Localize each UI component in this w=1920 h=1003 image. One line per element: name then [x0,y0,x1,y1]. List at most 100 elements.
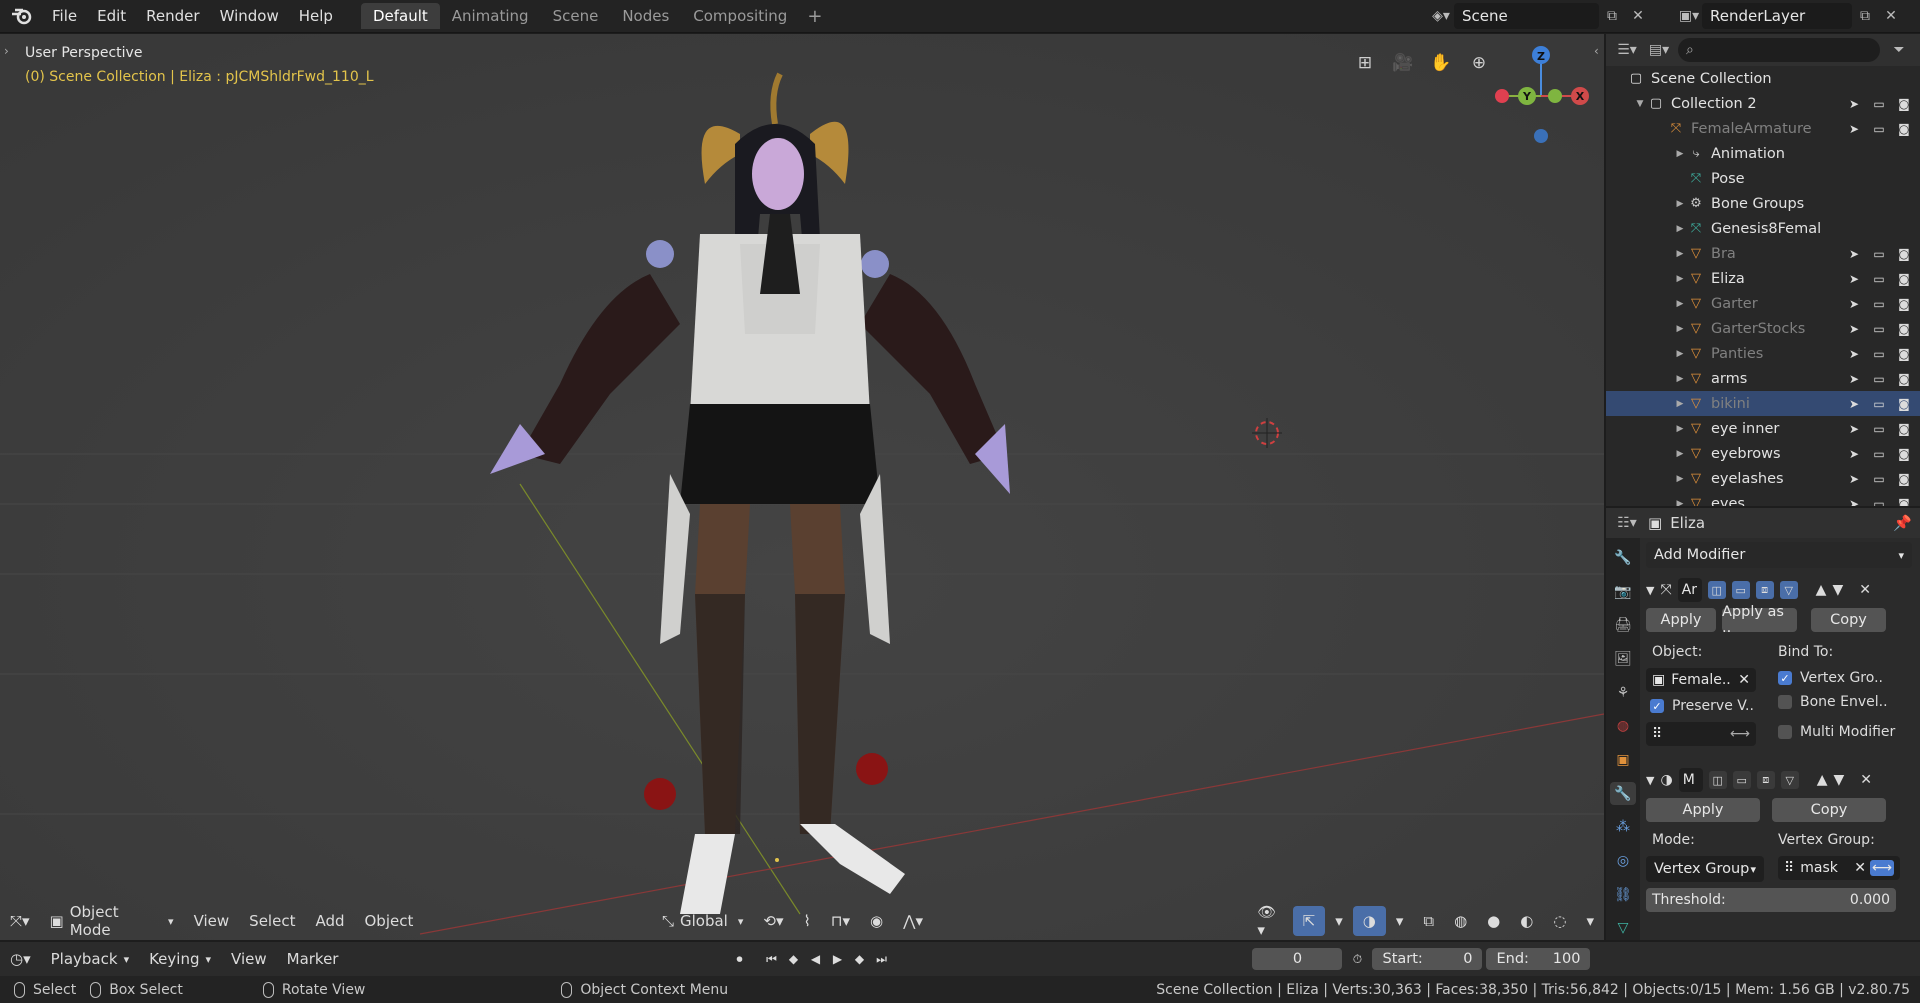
apply-as-button[interactable]: Apply as .. [1722,604,1797,636]
camera-view-icon[interactable]: 🎥 [1388,48,1418,78]
collapse-icon[interactable]: ▼ [1646,584,1654,597]
viewport-scene[interactable]: Z Y X [0,34,1604,940]
new-scene-icon[interactable]: ⧉ [1599,3,1625,29]
expand-arrow-icon[interactable]: ▶ [1674,349,1686,359]
xray-icon[interactable]: ⧉ [1413,906,1444,936]
outliner-item[interactable]: ▶ ⚙ Bone Groups [1606,191,1920,216]
shading-dropdown-icon[interactable]: ▾ [1576,906,1604,936]
stopwatch-icon[interactable]: ⏱ [1346,948,1368,970]
mode-dropdown[interactable]: Vertex Group ▾ [1646,856,1764,882]
render-visibility-icon[interactable]: ◙ [1896,272,1912,286]
viewport-visibility-icon[interactable]: ▭ [1871,247,1887,261]
expand-arrow-icon[interactable]: ▶ [1674,424,1686,434]
object-tab-icon[interactable]: ▣ [1610,748,1636,772]
constraints-tab-icon[interactable]: ⛓ [1610,883,1636,907]
outliner-item[interactable]: ▶ ▽ Panties ➤ ▭ ◙ [1606,341,1920,366]
mask-modifier-name[interactable]: M [1678,768,1703,792]
viewport-visibility-icon[interactable]: ▭ [1871,447,1887,461]
outliner-item[interactable]: ▶ ▽ Bra ➤ ▭ ◙ [1606,241,1920,266]
display-mode-icon[interactable]: ▤▾ [1646,37,1672,63]
select-arrow-icon[interactable]: ➤ [1846,497,1862,507]
render-visibility-icon[interactable]: ◙ [1896,497,1912,507]
render-toggle-icon[interactable]: ⧈ [1756,771,1775,789]
proportional-edit-icon[interactable]: ◉ [860,906,893,936]
visibility-icon[interactable]: 👁▾ [1247,903,1292,939]
select-arrow-icon[interactable]: ➤ [1846,347,1862,361]
tab-scene[interactable]: Scene [541,3,611,29]
next-keyframe-icon[interactable]: ◆ [848,948,870,970]
realtime-toggle-icon[interactable]: ▭ [1731,581,1750,599]
scene-icon[interactable]: ◈▾ [1428,3,1454,29]
render-visibility-icon[interactable]: ◙ [1896,122,1912,136]
pivot-icon[interactable]: ⟲▾ [753,906,793,936]
copy-button[interactable]: Copy [1772,798,1886,822]
render-visibility-icon[interactable]: ◙ [1896,372,1912,386]
viewport-visibility-icon[interactable]: ▭ [1871,497,1887,507]
expand-arrow-icon[interactable]: ▶ [1674,149,1686,159]
sidebar-toggle-icon[interactable]: ‹ [1594,44,1599,58]
menu-object[interactable]: Object [355,906,424,936]
viewport-visibility-icon[interactable]: ▭ [1871,122,1887,136]
collapse-icon[interactable]: ▼ [1646,774,1654,787]
expand-arrow-icon[interactable]: ▶ [1674,299,1686,309]
outliner-editor-icon[interactable]: ☰▾ [1614,37,1640,63]
properties-editor-icon[interactable]: ☷▾ [1614,510,1640,536]
edit-mode-toggle-icon[interactable]: ◫ [1707,581,1726,599]
record-icon[interactable]: ⏺ [728,948,750,970]
outliner-item[interactable]: ▶ ⤧ Genesis8Femal [1606,216,1920,241]
outliner-item[interactable]: ▶ ▽ eye inner ➤ ▭ ◙ [1606,416,1920,441]
expand-arrow-icon[interactable]: ▶ [1674,474,1686,484]
cage-toggle-icon[interactable]: ▽ [1779,581,1798,599]
add-modifier-dropdown[interactable]: Add Modifier ▾ [1646,542,1912,568]
expand-arrow-icon[interactable]: ▶ [1674,374,1686,384]
pin-icon[interactable]: 📌 [1893,514,1912,532]
orientation-dropdown[interactable]: ⤡ Global ▾ [652,906,753,936]
outliner-scene-collection[interactable]: ▢ Scene Collection [1606,66,1920,91]
current-frame-field[interactable]: 0 [1252,948,1343,970]
viewport-visibility-icon[interactable]: ▭ [1871,347,1887,361]
jump-start-icon[interactable]: ⏮ [760,948,782,970]
viewport-visibility-icon[interactable]: ▭ [1871,272,1887,286]
render-visibility-icon[interactable]: ◙ [1896,422,1912,436]
render-visibility-icon[interactable]: ◙ [1896,97,1912,111]
move-down-icon[interactable]: ▼ [1833,772,1844,788]
snap-icon[interactable]: ⌇ [793,906,820,936]
clear-icon[interactable]: ✕ [1854,860,1866,876]
scene-tab-icon[interactable]: ⚘ [1610,681,1636,705]
threshold-field[interactable]: Threshold: 0.000 [1646,888,1896,912]
add-workspace-button[interactable]: + [799,6,830,27]
expand-arrow-icon[interactable]: ▶ [1674,449,1686,459]
select-arrow-icon[interactable]: ➤ [1846,122,1862,136]
render-toggle-icon[interactable]: ⧈ [1755,581,1774,599]
menu-select[interactable]: Select [239,906,305,936]
menu-playback[interactable]: Playback ▾ [41,944,139,974]
render-visibility-icon[interactable]: ◙ [1896,347,1912,361]
expand-arrow-icon[interactable]: ▶ [1674,249,1686,259]
particles-tab-icon[interactable]: ⁂ [1610,815,1636,839]
modifier-tab-icon[interactable]: 🔧 [1610,781,1636,806]
menu-edit[interactable]: Edit [87,0,136,33]
timeline-editor-icon[interactable]: ◷▾ [0,944,41,974]
tab-default[interactable]: Default [360,3,440,29]
outliner-search-input[interactable]: ⌕ [1678,38,1880,62]
data-tab-icon[interactable]: ▽ [1610,916,1636,940]
render-tab-icon[interactable]: 📷 [1610,580,1636,604]
editor-type-icon[interactable]: ⤧▾ [0,906,40,936]
falloff-icon[interactable]: ⋀▾ [893,906,933,936]
delete-layer-icon[interactable]: ✕ [1878,3,1904,29]
bone-envelopes-checkbox[interactable]: Bone Envel.. [1778,694,1908,710]
world-tab-icon[interactable]: ◍ [1610,714,1636,738]
expand-arrow-icon[interactable]: ▶ [1674,399,1686,409]
prev-keyframe-icon[interactable]: ◆ [782,948,804,970]
expand-arrow-icon[interactable]: ▶ [1674,199,1686,209]
render-visibility-icon[interactable]: ◙ [1896,297,1912,311]
preserve-volume-checkbox[interactable]: ✓ Preserve V.. [1646,698,1778,714]
mode-dropdown[interactable]: ▣ Object Mode ▾ [40,903,184,939]
output-tab-icon[interactable]: 🖨 [1610,613,1636,637]
snap-target-icon[interactable]: ⊓▾ [821,906,860,936]
tab-animating[interactable]: Animating [440,3,541,29]
render-visibility-icon[interactable]: ◙ [1896,322,1912,336]
tab-nodes[interactable]: Nodes [610,3,681,29]
apply-button[interactable]: Apply [1646,798,1760,822]
render-visibility-icon[interactable]: ◙ [1896,397,1912,411]
